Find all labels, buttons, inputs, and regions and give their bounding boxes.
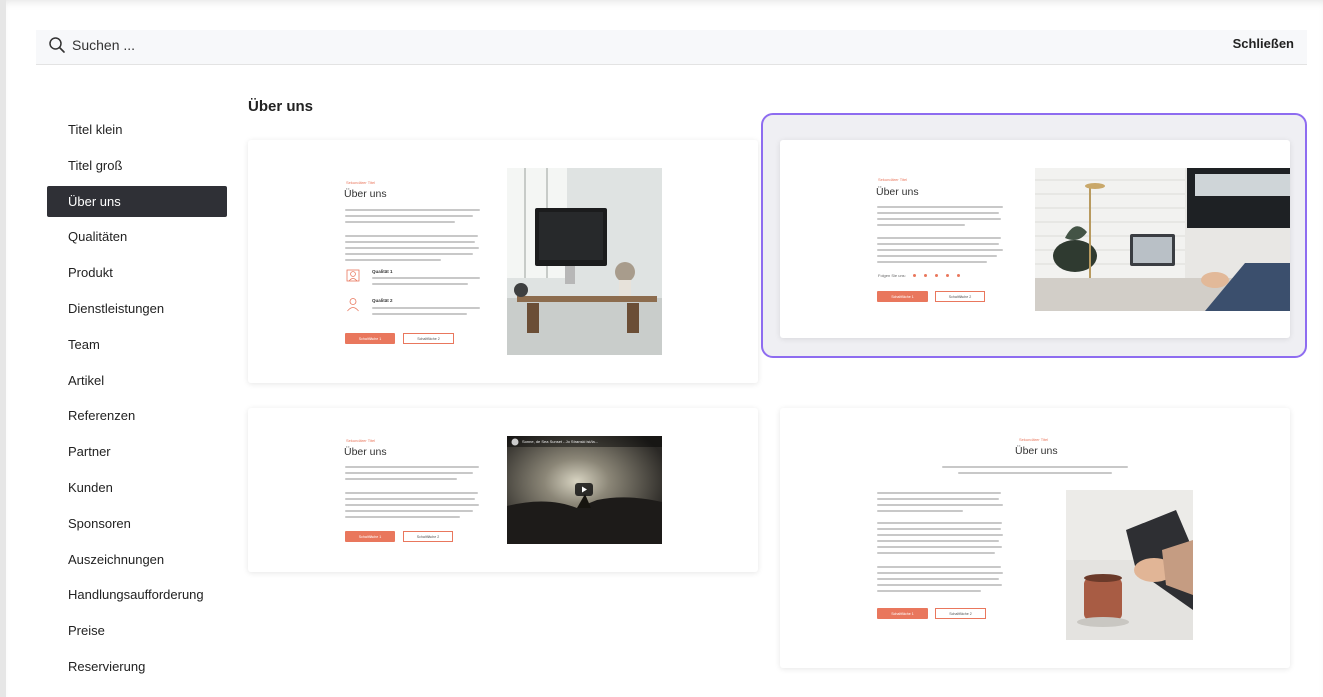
sidebar-item-partner[interactable]: Partner [47, 436, 227, 467]
sidebar-item-auszeichnungen[interactable]: Auszeichnungen [47, 544, 227, 575]
category-sidebar: Titel klein Titel groß Über uns Qualität… [47, 114, 227, 687]
sidebar-item-titel-klein[interactable]: Titel klein [47, 114, 227, 145]
youtube-icon [957, 274, 960, 277]
template-eyebrow: Sekundärer Titel [346, 438, 376, 443]
sidebar-item-titel-gross[interactable]: Titel groß [47, 150, 227, 181]
template-button-2: Schaltfläche 2 [935, 291, 985, 302]
editor-window: Suchen ... Schließen Titel klein Titel g… [0, 0, 1323, 697]
video-embed: Sonne, de Sea Sunset - Jo Stranski ist/l… [507, 436, 662, 544]
sidebar-item-referenzen[interactable]: Referenzen [47, 400, 227, 431]
sidebar-item-reservierung[interactable]: Reservierung [47, 651, 227, 682]
template-button-2: Schaltfläche 2 [403, 333, 454, 344]
template-button-2: Schaltfläche 2 [403, 531, 453, 542]
template-title: Über uns [876, 186, 919, 198]
template-title: Über uns [344, 446, 387, 458]
section-title: Über uns [248, 98, 314, 115]
template-card-about-features[interactable]: Sekundärer Titel Über uns Qualität 1 Qua… [248, 140, 758, 383]
twitter-icon [946, 274, 949, 277]
template-eyebrow: Sekundärer Titel [1019, 437, 1049, 442]
template-title: Über uns [344, 188, 387, 200]
sidebar-item-sponsoren[interactable]: Sponsoren [47, 508, 227, 539]
template-title: Über uns [1015, 445, 1058, 457]
video-title: Sonne, de Sea Sunset - Jo Stranski ist/l… [522, 439, 599, 444]
linkedin-icon [935, 274, 938, 277]
sidebar-item-preise[interactable]: Preise [47, 615, 227, 646]
laptop-photo-image [1035, 168, 1290, 311]
sidebar-item-qualitaeten[interactable]: Qualitäten [47, 221, 227, 252]
search-icon [49, 37, 65, 53]
coffee-phone-image [1066, 490, 1193, 640]
close-button[interactable]: Schließen [1233, 36, 1294, 51]
template-eyebrow: Sekundärer Titel [346, 180, 376, 185]
person-icon [347, 298, 359, 312]
sidebar-item-team[interactable]: Team [47, 329, 227, 360]
play-icon [575, 483, 593, 496]
instagram-icon [924, 274, 927, 277]
search-input[interactable]: Suchen ... [72, 37, 135, 53]
sidebar-item-produkt[interactable]: Produkt [47, 257, 227, 288]
template-button-1: Schaltfläche 1 [877, 291, 928, 302]
quality-icon [346, 269, 360, 282]
sidebar-item-artikel[interactable]: Artikel [47, 365, 227, 396]
template-card-about-social[interactable]: Sekundärer Titel Über uns Folgen Sie uns… [780, 140, 1290, 338]
template-button-1: Schaltfläche 1 [345, 333, 395, 344]
template-button-1: Schaltfläche 1 [877, 608, 928, 619]
template-card-about-video[interactable]: Sekundärer Titel Über uns Schaltfläche 1… [248, 408, 758, 572]
template-button-1: Schaltfläche 1 [345, 531, 395, 542]
facebook-icon [913, 274, 916, 277]
sidebar-item-dienstleistungen[interactable]: Dienstleistungen [47, 293, 227, 324]
template-button-2: Schaltfläche 2 [935, 608, 986, 619]
sidebar-item-kunden[interactable]: Kunden [47, 472, 227, 503]
sidebar-item-ueber-uns[interactable]: Über uns [47, 185, 227, 217]
desk-photo-image [507, 168, 662, 355]
template-eyebrow: Sekundärer Titel [878, 177, 908, 182]
search-bar[interactable]: Suchen ... Schließen [36, 30, 1307, 65]
social-follow-label: Folgen Sie uns: [878, 273, 906, 278]
feature-title-1: Qualität 1 [372, 269, 393, 274]
template-card-about-text-image[interactable]: Sekundärer Titel Über uns Schaltfläche 1… [780, 408, 1290, 668]
sidebar-item-handlungsaufforderung[interactable]: Handlungsaufforderung [47, 579, 227, 610]
feature-title-2: Qualität 2 [372, 298, 393, 303]
